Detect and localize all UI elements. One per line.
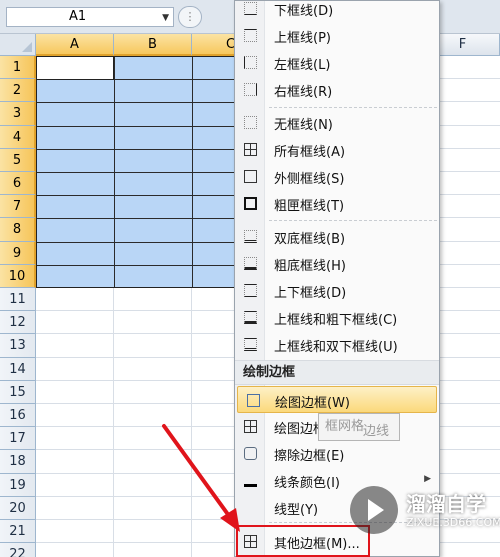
menu-item-label: 上下框线(D) [274, 286, 347, 301]
borders-dropdown-menu: 下框线(D) 上框线(P) 左框线(L) 右框线(R) 无框线(N) 所有框线(… [234, 0, 440, 557]
all-borders-icon [244, 143, 257, 156]
menu-item-label: 外侧框线(S) [274, 172, 345, 187]
submenu-arrow-icon: ▶ [424, 474, 431, 484]
row-header-5[interactable]: 5 [0, 148, 36, 172]
menu-item-erase-border[interactable]: 擦除边框(E) [235, 440, 439, 467]
border-bottom-icon [244, 2, 257, 15]
menu-separator [269, 220, 437, 221]
border-left-icon [244, 56, 257, 69]
menu-item-outside-borders[interactable]: 外侧框线(S) [235, 163, 439, 190]
menu-item-label: 擦除边框(E) [274, 449, 345, 464]
menu-item-thick-bottom-border[interactable]: 粗底框线(H) [235, 250, 439, 277]
row-header-3[interactable]: 3 [0, 102, 36, 126]
menu-item-top-bottom-border[interactable]: 上下框线(D) [235, 277, 439, 304]
row-header-21[interactable]: 21 [0, 520, 36, 544]
selection-row-line [37, 125, 235, 127]
selection-row-line [37, 241, 235, 243]
menu-item-label: 上框线和双下框线(U) [274, 340, 398, 355]
formula-bar-expand-button[interactable]: ⋮ [178, 6, 202, 28]
row-header-16[interactable]: 16 [0, 404, 36, 428]
watermark-play-logo-icon [350, 486, 398, 534]
select-all-corner[interactable] [0, 34, 36, 56]
menu-item-left-border[interactable]: 左框线(L) [235, 49, 439, 76]
tooltip-suffix: 边线 [363, 424, 390, 439]
row-header-9[interactable]: 9 [0, 241, 36, 265]
draw-border-icon [247, 394, 260, 407]
active-cell-a1[interactable] [36, 56, 114, 80]
border-right-icon [244, 83, 257, 96]
row-header-15[interactable]: 15 [0, 380, 36, 404]
menu-item-no-border[interactable]: 无框线(N) [235, 109, 439, 136]
row-header-20[interactable]: 20 [0, 496, 36, 520]
row-header-17[interactable]: 17 [0, 427, 36, 451]
menu-item-label: 线条颜色(I) [274, 476, 340, 491]
menu-item-label: 粗底框线(H) [274, 259, 346, 274]
watermark-title: 溜溜自学 [406, 492, 486, 516]
selection-row-line [37, 218, 235, 220]
menu-item-top-double-bottom-border[interactable]: 上框线和双下框线(U) [235, 331, 439, 358]
selection-row-line [37, 264, 235, 266]
menu-separator [269, 107, 437, 108]
menu-item-label: 绘图边框(W) [275, 396, 350, 411]
selected-range[interactable] [36, 56, 236, 288]
menu-item-bottom-border[interactable]: 下框线(D) [235, 0, 439, 22]
menu-item-double-bottom-border[interactable]: 双底框线(B) [235, 223, 439, 250]
menu-item-label: 下框线(D) [274, 4, 334, 19]
row-header-4[interactable]: 4 [0, 125, 36, 149]
row-header-14[interactable]: 14 [0, 357, 36, 381]
column-header-b[interactable]: B [114, 34, 192, 56]
row-header-2[interactable]: 2 [0, 79, 36, 103]
menu-item-thick-box-border[interactable]: 粗匣框线(T) [235, 190, 439, 217]
row-header-22[interactable]: 22 [0, 543, 36, 557]
row-header-8[interactable]: 8 [0, 218, 36, 242]
menu-item-top-border[interactable]: 上框线(P) [235, 22, 439, 49]
row-header-6[interactable]: 6 [0, 172, 36, 196]
top-bottom-border-icon [244, 284, 257, 297]
menu-item-label: 右框线(R) [274, 85, 333, 100]
annotation-arrow-icon [162, 424, 240, 532]
selection-row-line [37, 102, 235, 104]
row-header-18[interactable]: 18 [0, 450, 36, 474]
selection-row-line [37, 172, 235, 173]
menu-item-label: 双底框线(B) [274, 232, 346, 247]
top-double-bottom-border-icon [244, 338, 257, 351]
row-header-1[interactable]: 1 [0, 56, 36, 80]
menu-item-draw-border[interactable]: 绘图边框(W) [237, 386, 437, 413]
name-box-value: A1 [69, 9, 87, 24]
border-top-icon [244, 29, 257, 42]
menu-item-right-border[interactable]: 右框线(R) [235, 76, 439, 103]
thick-bottom-border-icon [244, 257, 257, 270]
menu-item-all-borders[interactable]: 所有框线(A) [235, 136, 439, 163]
menu-item-label: 粗匣框线(T) [274, 199, 345, 214]
draw-borders-section-header: 绘制边框 [235, 360, 439, 385]
row-header-12[interactable]: 12 [0, 311, 36, 335]
row-header-11[interactable]: 11 [0, 288, 36, 312]
menu-item-label: 上框线和粗下框线(C) [274, 313, 398, 328]
menu-item-label: 无框线(N) [274, 118, 333, 133]
thick-box-border-icon [244, 197, 257, 210]
menu-item-label: 左框线(L) [274, 58, 331, 73]
menu-item-top-thick-bottom-border[interactable]: 上框线和粗下框线(C) [235, 304, 439, 331]
row-header-19[interactable]: 19 [0, 473, 36, 497]
outside-borders-icon [244, 170, 257, 183]
watermark: 溜溜自学 ZIXUE.3D66.COM [350, 486, 500, 536]
name-box-dropdown-icon[interactable]: ▼ [162, 9, 169, 27]
selection-row-line [37, 148, 235, 150]
name-box[interactable]: A1 ▼ [6, 7, 174, 27]
row-header-10[interactable]: 10 [0, 264, 36, 288]
menu-item-label: 上框线(P) [274, 31, 331, 46]
watermark-subtitle: ZIXUE.3D66.COM [406, 516, 500, 529]
menu-item-label: 所有框线(A) [274, 145, 346, 160]
menu-item-label: 线型(Y) [274, 503, 319, 518]
selection-row-line [37, 195, 235, 197]
row-header-7[interactable]: 7 [0, 195, 36, 219]
top-thick-bottom-border-icon [244, 311, 257, 324]
row-header-13[interactable]: 13 [0, 334, 36, 358]
column-header-a[interactable]: A [36, 34, 114, 56]
double-bottom-border-icon [244, 230, 257, 243]
no-border-icon [244, 116, 257, 129]
